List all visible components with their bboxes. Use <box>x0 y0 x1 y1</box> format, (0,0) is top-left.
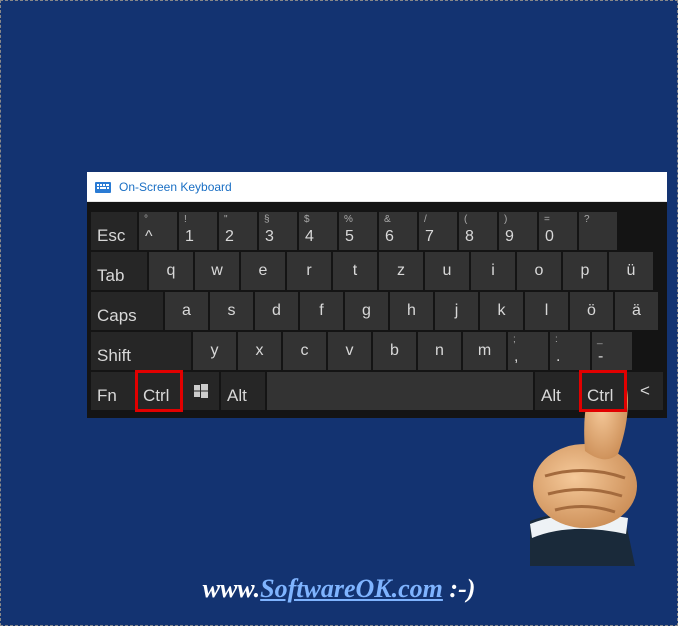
key-1[interactable]: !1 <box>179 212 217 250</box>
key-x[interactable]: x <box>238 332 281 370</box>
key-o[interactable]: o <box>517 252 561 290</box>
key-question[interactable]: ? <box>579 212 617 250</box>
key-u[interactable]: u <box>425 252 469 290</box>
key-z[interactable]: z <box>379 252 423 290</box>
watermark: www.SoftwareOK.com :-) <box>0 574 678 604</box>
key-caps[interactable]: Caps <box>91 292 163 330</box>
key-caret[interactable]: °^ <box>139 212 177 250</box>
thumbs-up-icon <box>500 366 660 566</box>
key-ae[interactable]: ä <box>615 292 658 330</box>
key-w[interactable]: w <box>195 252 239 290</box>
key-0[interactable]: =0 <box>539 212 577 250</box>
windows-icon <box>194 384 208 398</box>
key-e[interactable]: e <box>241 252 285 290</box>
key-v[interactable]: v <box>328 332 371 370</box>
key-t[interactable]: t <box>333 252 377 290</box>
key-i[interactable]: i <box>471 252 515 290</box>
titlebar[interactable]: On-Screen Keyboard <box>87 172 667 202</box>
key-r[interactable]: r <box>287 252 331 290</box>
key-3[interactable]: §3 <box>259 212 297 250</box>
key-6[interactable]: &6 <box>379 212 417 250</box>
key-ctrl-right[interactable]: Ctrl <box>581 372 625 410</box>
key-ctrl-left[interactable]: Ctrl <box>137 372 181 410</box>
key-l[interactable]: l <box>525 292 568 330</box>
key-fn[interactable]: Fn <box>91 372 135 410</box>
key-ue[interactable]: ü <box>609 252 653 290</box>
key-h[interactable]: h <box>390 292 433 330</box>
key-d[interactable]: d <box>255 292 298 330</box>
key-a[interactable]: a <box>165 292 208 330</box>
watermark-link[interactable]: SoftwareOK.com <box>260 574 443 603</box>
key-space[interactable] <box>267 372 533 410</box>
kb-row-1: Tab q w e r t z u i o p ü <box>91 252 663 290</box>
key-m[interactable]: m <box>463 332 506 370</box>
key-s[interactable]: s <box>210 292 253 330</box>
key-b[interactable]: b <box>373 332 416 370</box>
keyboard-icon <box>95 181 111 193</box>
key-2[interactable]: "2 <box>219 212 257 250</box>
key-period[interactable]: :. <box>550 332 590 370</box>
key-p[interactable]: p <box>563 252 607 290</box>
key-7[interactable]: /7 <box>419 212 457 250</box>
key-j[interactable]: j <box>435 292 478 330</box>
key-5[interactable]: %5 <box>339 212 377 250</box>
key-oe[interactable]: ö <box>570 292 613 330</box>
key-q[interactable]: q <box>149 252 193 290</box>
key-dash[interactable]: _- <box>592 332 632 370</box>
key-tab[interactable]: Tab <box>91 252 147 290</box>
key-windows[interactable] <box>183 372 219 410</box>
watermark-suffix: :-) <box>443 574 475 603</box>
key-f[interactable]: f <box>300 292 343 330</box>
kb-row-0: Esc °^ !1 "2 §3 $4 %5 &6 /7 (8 )9 =0 ? <box>91 212 663 250</box>
key-comma[interactable]: ;, <box>508 332 548 370</box>
kb-row-3: Shift y x c v b n m ;, :. _- <box>91 332 663 370</box>
key-esc[interactable]: Esc <box>91 212 137 250</box>
key-c[interactable]: c <box>283 332 326 370</box>
watermark-prefix: www. <box>203 574 261 603</box>
key-g[interactable]: g <box>345 292 388 330</box>
key-n[interactable]: n <box>418 332 461 370</box>
key-k[interactable]: k <box>480 292 523 330</box>
key-8[interactable]: (8 <box>459 212 497 250</box>
key-alt-left[interactable]: Alt <box>221 372 265 410</box>
kb-row-2: Caps a s d f g h j k l ö ä <box>91 292 663 330</box>
window-title: On-Screen Keyboard <box>119 180 232 194</box>
key-y[interactable]: y <box>193 332 236 370</box>
key-shift[interactable]: Shift <box>91 332 191 370</box>
key-9[interactable]: )9 <box>499 212 537 250</box>
key-4[interactable]: $4 <box>299 212 337 250</box>
